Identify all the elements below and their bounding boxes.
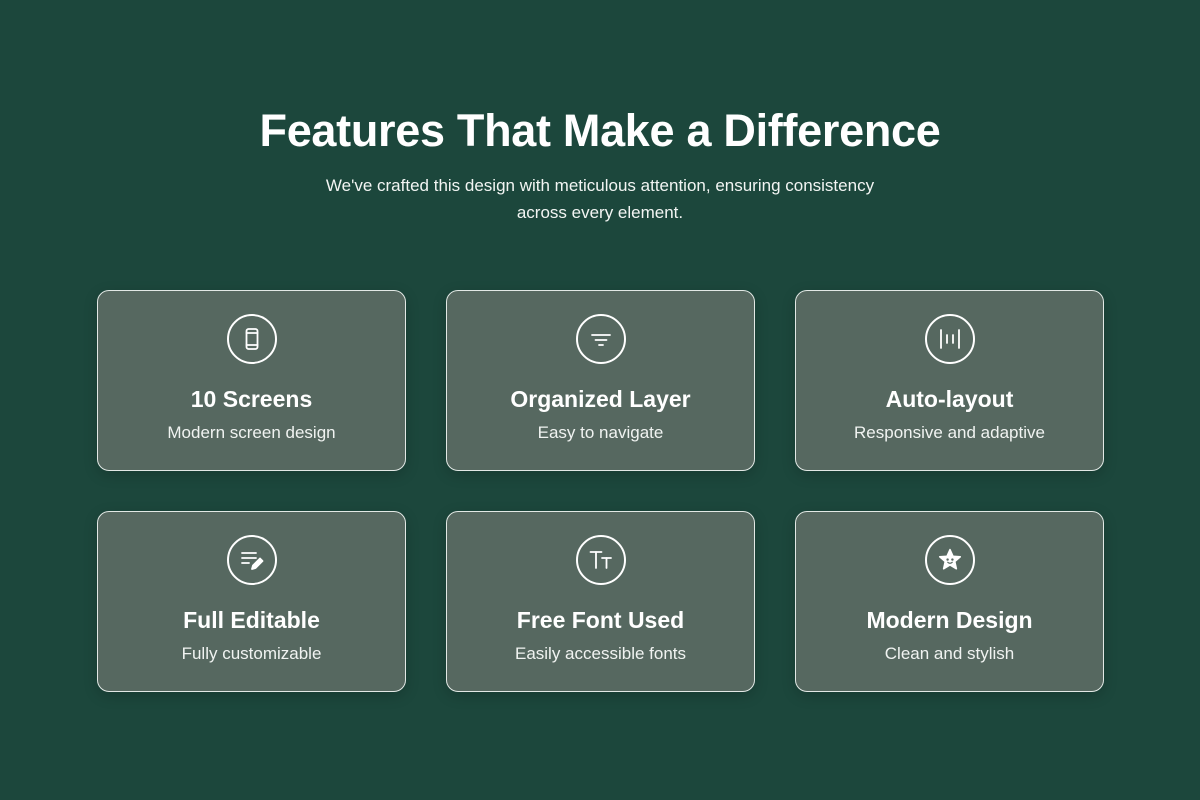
feature-card-font: Free Font Used Easily accessible fonts [446, 511, 755, 692]
edit-text-icon [226, 535, 277, 585]
feature-description: Easily accessible fonts [514, 644, 687, 663]
feature-title: 10 Screens [190, 386, 313, 412]
feature-title: Free Font Used [516, 607, 685, 633]
features-section: Features That Make a Difference We've cr… [0, 0, 1200, 800]
feature-title: Modern Design [866, 607, 1033, 633]
feature-description: Fully customizable [181, 644, 322, 663]
auto-layout-icon [924, 314, 975, 364]
features-grid: 10 Screens Modern screen design Organize… [97, 290, 1104, 692]
section-title: Features That Make a Difference [259, 105, 941, 156]
feature-card-layers: Organized Layer Easy to navigate [446, 290, 755, 471]
feature-title: Organized Layer [510, 386, 691, 412]
feature-title: Full Editable [183, 607, 320, 633]
font-size-icon [575, 535, 626, 585]
feature-card-screens: 10 Screens Modern screen design [97, 290, 406, 471]
feature-description: Clean and stylish [884, 644, 1015, 663]
filter-icon [575, 314, 626, 364]
section-subtitle: We've crafted this design with meticulou… [325, 176, 875, 222]
star-face-icon [924, 535, 975, 585]
feature-description: Modern screen design [167, 423, 336, 442]
feature-title: Auto-layout [885, 386, 1014, 412]
phone-icon [226, 314, 277, 364]
feature-card-modern: Modern Design Clean and stylish [795, 511, 1104, 692]
feature-description: Easy to navigate [537, 423, 664, 442]
feature-card-auto-layout: Auto-layout Responsive and adaptive [795, 290, 1104, 471]
feature-card-editable: Full Editable Fully customizable [97, 511, 406, 692]
feature-description: Responsive and adaptive [854, 423, 1045, 442]
